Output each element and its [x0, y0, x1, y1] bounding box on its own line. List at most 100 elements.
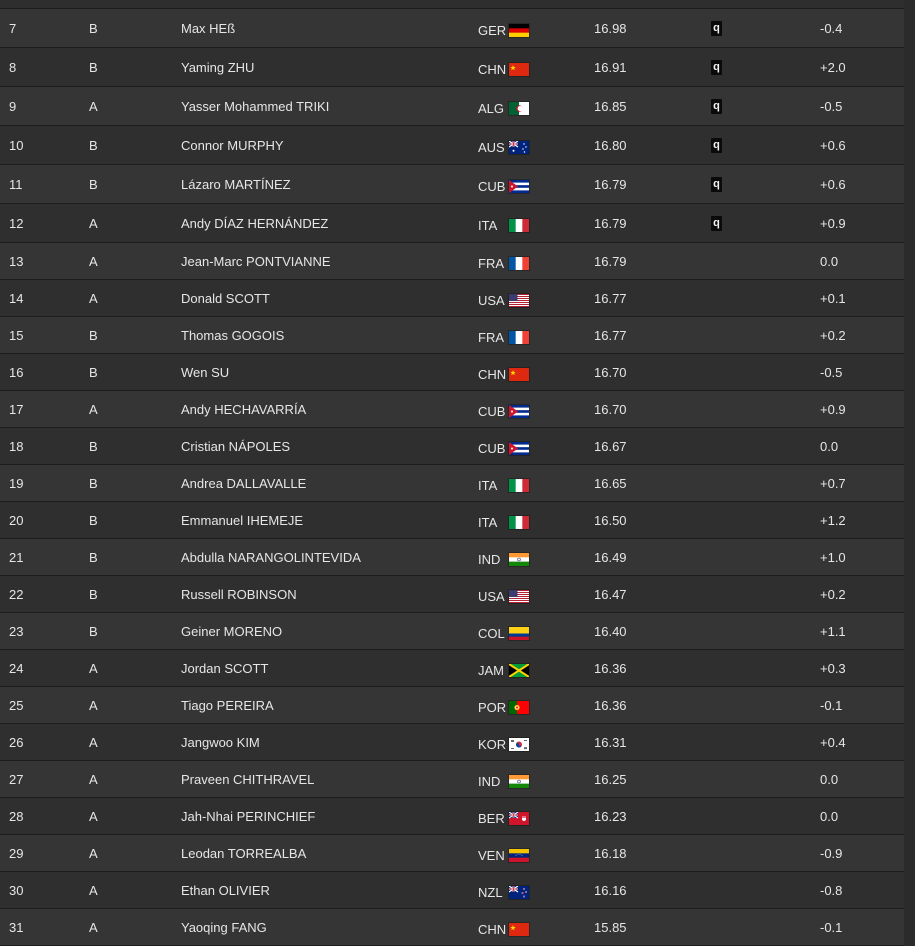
athlete-name: Donald SCOTT	[181, 290, 270, 306]
nationality: ITA	[478, 204, 529, 242]
mark: 16.70	[594, 401, 627, 417]
result-row-8[interactable]: 8 B Yaming ZHU CHN 16.91 q +2.0	[0, 48, 904, 87]
qualification: q	[711, 126, 722, 164]
result-row-23[interactable]: 23 B Geiner MORENO COL 16.40 +1.1	[0, 613, 904, 650]
group: A	[89, 808, 98, 824]
group: B	[89, 364, 98, 380]
group: A	[89, 771, 98, 787]
wind: +0.3	[820, 660, 846, 676]
athlete-name: Russell ROBINSON	[181, 586, 297, 602]
result-row-19[interactable]: 19 B Andrea DALLAVALLE ITA 16.65 +0.7	[0, 465, 904, 502]
jam-flag-icon	[509, 663, 529, 677]
country-code: CUB	[478, 440, 506, 456]
result-row-25[interactable]: 25 A Tiago PEREIRA POR 16.36 -0.1	[0, 687, 904, 724]
rank: 11	[9, 176, 23, 192]
result-row-14[interactable]: 14 A Donald SCOTT USA 16.77 +0.1	[0, 280, 904, 317]
result-row-11[interactable]: 11 B Lázaro MARTÍNEZ CUB 16.79 q +0.6	[0, 165, 904, 204]
rank: 8	[9, 59, 17, 75]
country-code: VEN	[478, 847, 505, 863]
rank: 20	[9, 512, 24, 528]
nationality: ITA	[478, 465, 529, 501]
results-table: 7 B Max HEß GER 16.98 q -0.4 8 B Yaming …	[0, 0, 904, 946]
mark: 16.16	[594, 882, 627, 898]
ber-flag-icon	[509, 811, 529, 825]
result-row-12[interactable]: 12 A Andy DÍAZ HERNÁNDEZ ITA 16.79 q +0.…	[0, 204, 904, 243]
group: A	[89, 253, 98, 269]
country-code: JAM	[478, 662, 504, 678]
wind: +1.1	[820, 623, 846, 639]
athlete-name: Yasser Mohammed TRIKI	[181, 98, 330, 114]
group: B	[89, 176, 98, 192]
result-row-29[interactable]: 29 A Leodan TORREALBA VEN 16.18 -0.9	[0, 835, 904, 872]
result-row-18[interactable]: 18 B Cristian NÁPOLES CUB 16.67 0.0	[0, 428, 904, 465]
qualified-badge: q	[711, 137, 722, 153]
result-row-26[interactable]: 26 A Jangwoo KIM KOR 16.31 +0.4	[0, 724, 904, 761]
group: B	[89, 549, 98, 565]
group: A	[89, 215, 98, 231]
nationality: POR	[478, 687, 529, 723]
mark: 16.85	[594, 98, 627, 114]
result-row-16[interactable]: 16 B Wen SU CHN 16.70 -0.5	[0, 354, 904, 391]
result-row-30[interactable]: 30 A Ethan OLIVIER NZL 16.16 -0.8	[0, 872, 904, 909]
athlete-name: Lázaro MARTÍNEZ	[181, 176, 291, 192]
result-row-17[interactable]: 17 A Andy HECHAVARRÍA CUB 16.70 +0.9	[0, 391, 904, 428]
ven-flag-icon	[509, 848, 529, 862]
athlete-name: Geiner MORENO	[181, 623, 283, 639]
wind: +0.4	[820, 734, 846, 750]
nationality: FRA	[478, 243, 529, 279]
country-code: ITA	[478, 514, 498, 530]
country-code: FRA	[478, 255, 504, 271]
wind: +0.9	[820, 401, 846, 417]
nationality: USA	[478, 576, 529, 612]
group: B	[89, 623, 98, 639]
athlete-name: Cristian NÁPOLES	[181, 438, 291, 454]
result-row-27[interactable]: 27 A Praveen CHITHRAVEL IND 16.25 0.0	[0, 761, 904, 798]
nationality: CUB	[478, 165, 529, 203]
mark: 16.79	[594, 215, 627, 231]
rank: 13	[9, 253, 24, 269]
group: A	[89, 98, 98, 114]
usa-flag-icon	[509, 293, 529, 307]
qualification: q	[711, 204, 722, 242]
country-code: ITA	[478, 217, 498, 233]
country-code: IND	[478, 551, 501, 567]
country-code: BER	[478, 810, 505, 826]
result-row-20[interactable]: 20 B Emmanuel IHEMEJE ITA 16.50 +1.2	[0, 502, 904, 539]
mark: 16.65	[594, 475, 627, 491]
mark: 16.31	[594, 734, 627, 750]
mark: 16.91	[594, 59, 627, 75]
group: A	[89, 882, 98, 898]
wind: +0.2	[820, 327, 846, 343]
fra-flag-icon	[509, 330, 529, 344]
wind: -0.1	[820, 697, 843, 713]
ind-flag-icon	[509, 552, 529, 566]
wind: 0.0	[820, 253, 839, 269]
nationality: FRA	[478, 317, 529, 353]
wind: +2.0	[820, 59, 846, 75]
qualified-badge: q	[711, 176, 722, 192]
result-row-21[interactable]: 21 B Abdulla NARANGOLINTEVIDA IND 16.49 …	[0, 539, 904, 576]
result-row-31[interactable]: 31 A Yaoqing FANG CHN 15.85 -0.1	[0, 909, 904, 946]
qualification: q	[711, 165, 722, 203]
wind: +0.2	[820, 586, 846, 602]
rank: 18	[9, 438, 24, 454]
result-row-13[interactable]: 13 A Jean-Marc PONTVIANNE FRA 16.79 0.0	[0, 243, 904, 280]
result-row-22[interactable]: 22 B Russell ROBINSON USA 16.47 +0.2	[0, 576, 904, 613]
mark: 16.36	[594, 697, 627, 713]
country-code: FRA	[478, 329, 504, 345]
col-flag-icon	[509, 626, 529, 640]
result-row-28[interactable]: 28 A Jah-Nhai PERINCHIEF BER 16.23 0.0	[0, 798, 904, 835]
nationality: VEN	[478, 835, 529, 871]
result-row-9[interactable]: 9 A Yasser Mohammed TRIKI ALG 16.85 q -0…	[0, 87, 904, 126]
result-row-15[interactable]: 15 B Thomas GOGOIS FRA 16.77 +0.2	[0, 317, 904, 354]
result-row-7[interactable]: 7 B Max HEß GER 16.98 q -0.4	[0, 9, 904, 48]
result-row-24[interactable]: 24 A Jordan SCOTT JAM 16.36 +0.3	[0, 650, 904, 687]
athlete-name: Andy HECHAVARRÍA	[181, 401, 307, 417]
result-row-10[interactable]: 10 B Connor MURPHY AUS 16.80 q +0.6	[0, 126, 904, 165]
qualified-badge: q	[711, 20, 722, 36]
wind: 0.0	[820, 808, 839, 824]
mark: 16.98	[594, 20, 627, 36]
rank: 15	[9, 327, 24, 343]
group: B	[89, 20, 98, 36]
rank: 30	[9, 882, 24, 898]
